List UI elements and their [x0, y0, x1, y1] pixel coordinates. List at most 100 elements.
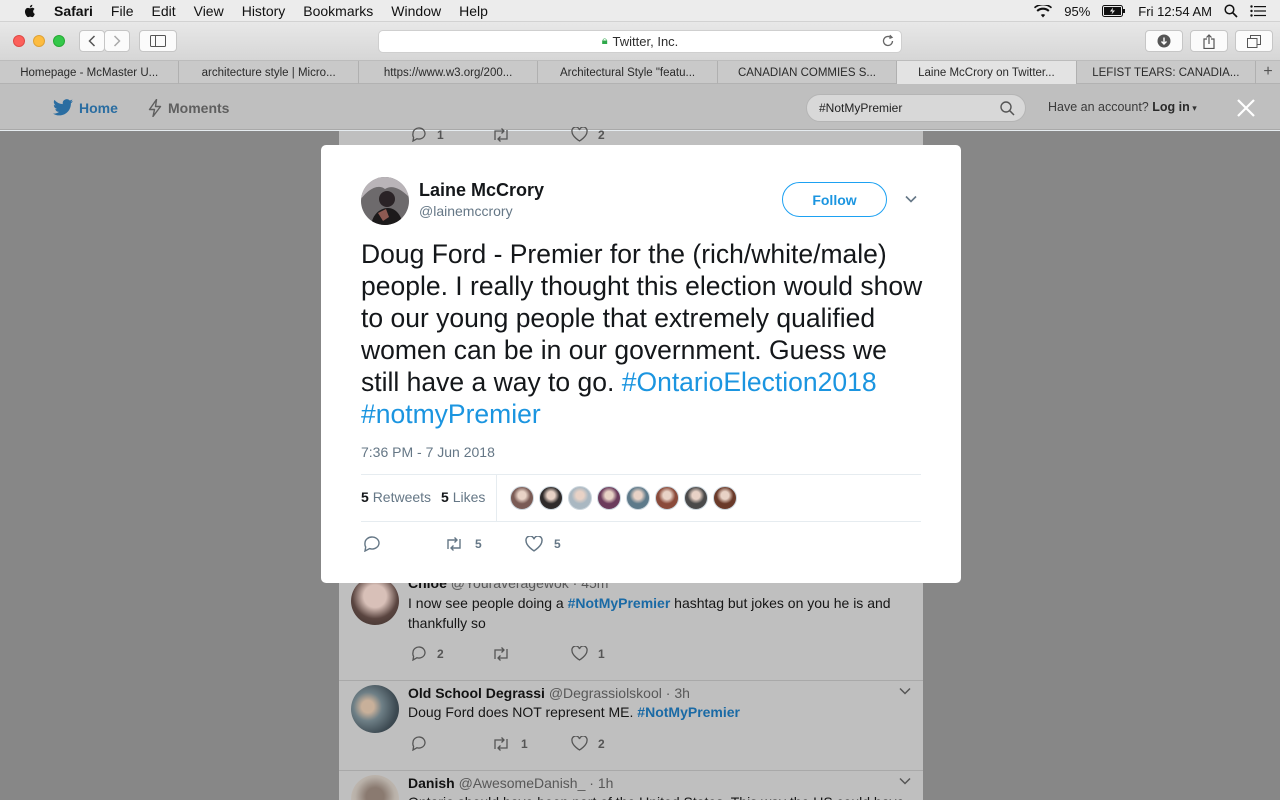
- avatar[interactable]: [351, 577, 399, 625]
- timeline-tweet[interactable]: Danish @AwesomeDanish_ · 1h Ontario shou…: [339, 771, 923, 800]
- author-name[interactable]: Laine McCrory: [419, 180, 544, 201]
- tab-overview-button[interactable]: [1235, 30, 1273, 52]
- browser-tab[interactable]: https://www.w3.org/200...: [359, 61, 539, 84]
- liker-avatar[interactable]: [510, 486, 534, 510]
- browser-tab[interactable]: Architectural Style "featu...: [538, 61, 718, 84]
- reply-icon: [412, 646, 426, 661]
- retweet-action[interactable]: 1: [491, 737, 571, 751]
- retweet-action[interactable]: [491, 127, 571, 142]
- reply-action[interactable]: 2: [411, 646, 491, 661]
- tweet-text: Doug Ford does NOT represent ME. #NotMyP…: [408, 702, 908, 722]
- new-tab-button[interactable]: +: [1256, 61, 1280, 83]
- lightning-icon: [148, 99, 162, 117]
- menu-file[interactable]: File: [111, 3, 134, 19]
- hashtag-link[interactable]: #OntarioElection2018: [622, 367, 877, 397]
- forward-button[interactable]: [104, 30, 130, 52]
- tweet-modal: Laine McCrory @lainemccrory Follow Doug …: [321, 145, 961, 583]
- tweet-text: Doug Ford - Premier for the (rich/white/…: [361, 238, 931, 430]
- liker-avatar[interactable]: [597, 486, 621, 510]
- tweet-author[interactable]: Old School Degrassi @Degrassiolskool · 3…: [408, 685, 690, 701]
- retweets-label: Retweets: [372, 489, 432, 505]
- author-handle[interactable]: @lainemccrory: [419, 203, 513, 219]
- likes-label: Likes: [452, 489, 486, 505]
- menu-bookmarks[interactable]: Bookmarks: [303, 3, 373, 19]
- caret-down-icon[interactable]: ▾: [1190, 103, 1197, 113]
- tweet-author[interactable]: Danish @AwesomeDanish_ · 1h: [408, 775, 613, 791]
- reply-action[interactable]: [411, 736, 491, 751]
- nav-moments[interactable]: Moments: [148, 99, 229, 117]
- avatar[interactable]: [351, 775, 399, 800]
- notification-center-icon[interactable]: [1250, 5, 1266, 17]
- liker-avatar[interactable]: [655, 486, 679, 510]
- address-bar[interactable]: 🔒︎ Twitter, Inc.: [378, 30, 902, 53]
- like-action[interactable]: 5: [525, 536, 561, 552]
- share-icon: [1203, 33, 1215, 49]
- window-minimize-button[interactable]: [33, 35, 45, 47]
- chevron-down-icon[interactable]: [905, 195, 917, 203]
- close-icon[interactable]: [1234, 96, 1258, 120]
- retweets-stat[interactable]: 5 Retweets: [361, 489, 431, 505]
- browser-tab[interactable]: Homepage - McMaster U...: [0, 61, 180, 84]
- browser-tab[interactable]: architecture style | Micro...: [179, 61, 359, 84]
- like-count: 2: [598, 127, 605, 142]
- retweets-count: 5: [361, 489, 369, 505]
- follow-button[interactable]: Follow: [782, 182, 887, 217]
- tweet-stats: 5 Retweets 5 Likes: [361, 489, 485, 505]
- browser-tab[interactable]: LEFIST TEARS: CANADIA...: [1077, 61, 1257, 84]
- lock-icon: 🔒︎: [601, 35, 608, 47]
- battery-icon[interactable]: [1102, 5, 1126, 17]
- like-action[interactable]: 2: [571, 736, 651, 751]
- avatar[interactable]: [351, 685, 399, 733]
- apple-menu-icon[interactable]: [22, 3, 38, 19]
- liker-avatar[interactable]: [539, 486, 563, 510]
- window-zoom-button[interactable]: [53, 35, 65, 47]
- browser-tab-active[interactable]: Laine McCrory on Twitter...: [897, 61, 1077, 84]
- like-action[interactable]: 2: [571, 127, 651, 142]
- retweet-action[interactable]: 5: [444, 537, 525, 551]
- share-button[interactable]: [1190, 30, 1228, 52]
- avatar[interactable]: [361, 177, 409, 225]
- reload-icon[interactable]: [881, 34, 895, 48]
- chevron-down-icon[interactable]: [899, 777, 911, 785]
- likes-stat[interactable]: 5 Likes: [441, 489, 485, 505]
- login-link[interactable]: Log in: [1152, 100, 1190, 114]
- divider: [496, 475, 497, 521]
- downloads-button[interactable]: [1145, 30, 1183, 52]
- liker-avatar[interactable]: [713, 486, 737, 510]
- hashtag-link[interactable]: #notmyPremier: [361, 399, 541, 429]
- menu-edit[interactable]: Edit: [151, 3, 175, 19]
- like-action[interactable]: 1: [571, 646, 651, 661]
- chevron-down-icon[interactable]: [899, 687, 911, 695]
- tweet-text-part: Doug Ford does NOT represent ME.: [408, 704, 638, 720]
- browser-tab[interactable]: CANADIAN COMMIES S...: [718, 61, 898, 84]
- author-name: Old School Degrassi: [408, 685, 545, 701]
- menu-help[interactable]: Help: [459, 3, 488, 19]
- heart-icon: [571, 646, 588, 661]
- hashtag-link[interactable]: #NotMyPremier: [637, 704, 740, 720]
- menu-history[interactable]: History: [242, 3, 286, 19]
- retweet-action[interactable]: [491, 646, 571, 661]
- menu-window[interactable]: Window: [391, 3, 441, 19]
- tweet-timestamp[interactable]: 7:36 PM - 7 Jun 2018: [361, 444, 495, 460]
- menu-view[interactable]: View: [194, 3, 224, 19]
- reply-action[interactable]: [363, 536, 444, 552]
- timeline-tweet[interactable]: Chloe @Youraveragewok · 45m I now see pe…: [339, 571, 923, 681]
- window-close-button[interactable]: [13, 35, 25, 47]
- wifi-icon[interactable]: [1034, 4, 1053, 18]
- like-count: 5: [554, 537, 561, 551]
- sidebar-toggle-button[interactable]: [139, 30, 177, 52]
- menubar-clock[interactable]: Fri 12:54 AM: [1138, 4, 1212, 19]
- back-button[interactable]: [79, 30, 105, 52]
- spotlight-search-icon[interactable]: [1224, 4, 1238, 18]
- menu-safari[interactable]: Safari: [54, 3, 93, 19]
- macos-menu-bar: Safari File Edit View History Bookmarks …: [0, 0, 1280, 22]
- search-icon[interactable]: [1000, 101, 1015, 116]
- reply-action[interactable]: 1: [411, 127, 491, 142]
- liker-avatar[interactable]: [626, 486, 650, 510]
- hashtag-link[interactable]: #NotMyPremier: [568, 595, 671, 611]
- twitter-search-input[interactable]: #NotMyPremier: [806, 94, 1026, 122]
- nav-home[interactable]: Home: [53, 99, 118, 116]
- timeline-tweet[interactable]: Old School Degrassi @Degrassiolskool · 3…: [339, 681, 923, 771]
- liker-avatar[interactable]: [684, 486, 708, 510]
- liker-avatar[interactable]: [568, 486, 592, 510]
